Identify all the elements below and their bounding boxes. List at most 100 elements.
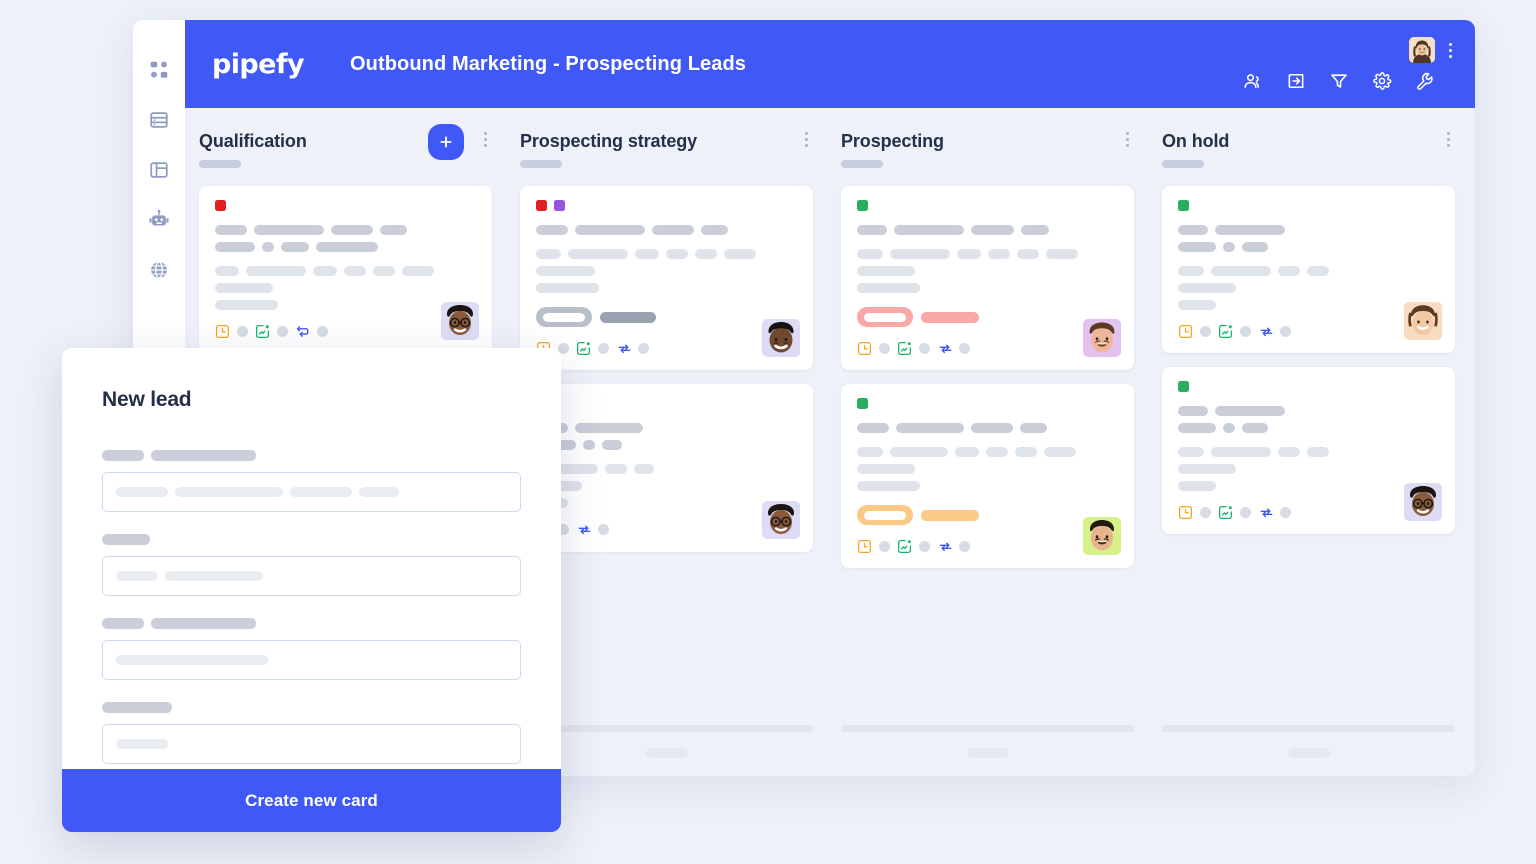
sync-icon[interactable] xyxy=(616,341,631,356)
card-meta-line xyxy=(1178,300,1439,310)
clock-icon[interactable] xyxy=(1178,324,1193,339)
card-meta-line xyxy=(536,249,797,259)
card-meta-line xyxy=(215,283,476,293)
card-meta-line xyxy=(215,266,476,276)
card-labels xyxy=(536,398,797,409)
card-meta-line xyxy=(1178,283,1439,293)
board-menu-button[interactable] xyxy=(1443,40,1457,60)
sidebar-item-public-form[interactable] xyxy=(147,258,171,282)
clock-icon[interactable] xyxy=(857,539,872,554)
column-header: Prospecting xyxy=(841,130,1134,186)
sidebar-item-layout[interactable] xyxy=(147,158,171,182)
create-new-card-button[interactable]: Create new card xyxy=(62,769,561,832)
import-icon[interactable] xyxy=(1286,71,1306,91)
sidebar-item-automations[interactable] xyxy=(147,208,171,232)
column-cards xyxy=(520,186,813,552)
kanban-card[interactable] xyxy=(520,186,813,370)
column-menu-button[interactable] xyxy=(799,128,813,150)
form-field xyxy=(102,534,521,596)
column-title: Qualification xyxy=(199,131,307,151)
card-footer-pill xyxy=(879,541,890,552)
card-label-green xyxy=(857,200,868,211)
card-footer-pill xyxy=(919,541,930,552)
column-cards xyxy=(199,186,492,353)
card-assignee-avatar[interactable] xyxy=(762,501,800,539)
card-footer-pill xyxy=(277,326,288,337)
checklist-icon[interactable] xyxy=(1218,505,1233,520)
column-menu-button[interactable] xyxy=(478,128,492,150)
card-title-line xyxy=(1178,225,1439,235)
app-root: pipefy Outbound Marketing - Prospecting … xyxy=(0,0,1536,864)
new-lead-modal: New lead Create new card xyxy=(62,348,561,832)
kanban-card[interactable] xyxy=(1162,367,1455,534)
lead-email-input[interactable] xyxy=(102,640,521,680)
card-badge-row xyxy=(857,505,1118,525)
column-title: Prospecting xyxy=(841,131,944,151)
sync-icon[interactable] xyxy=(1258,505,1273,520)
card-assignee-avatar[interactable] xyxy=(1083,517,1121,555)
card-badge-row xyxy=(857,307,1118,327)
lead-company-input[interactable] xyxy=(102,556,521,596)
card-label-green xyxy=(1178,200,1189,211)
card-assignee-avatar[interactable] xyxy=(1404,483,1442,521)
checklist-icon[interactable] xyxy=(897,539,912,554)
card-title-line xyxy=(857,225,1118,235)
checklist-icon[interactable] xyxy=(897,341,912,356)
add-card-button[interactable] xyxy=(428,124,464,160)
lead-name-input[interactable] xyxy=(102,472,521,512)
card-footer-pill xyxy=(959,541,970,552)
card-footer-pill xyxy=(959,343,970,354)
card-assignee-avatar[interactable] xyxy=(441,302,479,340)
field-label xyxy=(102,450,521,461)
sync-icon[interactable] xyxy=(937,539,952,554)
kanban-card[interactable] xyxy=(1162,186,1455,353)
connection-icon[interactable] xyxy=(295,324,310,339)
card-label-red xyxy=(536,200,547,211)
kanban-card[interactable] xyxy=(841,186,1134,370)
members-icon[interactable] xyxy=(1243,71,1263,91)
card-meta-line xyxy=(536,464,797,474)
status-badge xyxy=(857,307,913,327)
globe-icon xyxy=(148,259,170,281)
column-header: Prospecting strategy xyxy=(520,130,813,186)
kanban-card[interactable] xyxy=(199,186,492,353)
column-count-placeholder xyxy=(520,160,562,168)
checklist-icon[interactable] xyxy=(576,341,591,356)
sync-icon[interactable] xyxy=(1258,324,1273,339)
avatar[interactable] xyxy=(1409,37,1435,63)
column-cards xyxy=(1162,186,1455,534)
card-meta-line xyxy=(1178,447,1439,457)
filter-icon[interactable] xyxy=(1329,71,1349,91)
column-header: On hold xyxy=(1162,130,1455,186)
kanban-card[interactable] xyxy=(841,384,1134,568)
sidebar-item-database[interactable] xyxy=(147,108,171,132)
card-assignee-avatar[interactable] xyxy=(1083,319,1121,357)
clock-icon[interactable] xyxy=(857,341,872,356)
checklist-icon[interactable] xyxy=(255,324,270,339)
card-footer-pill xyxy=(638,343,649,354)
gear-icon[interactable] xyxy=(1372,71,1392,91)
board-column-prospecting: Prospecting xyxy=(827,108,1148,776)
column-menu-button[interactable] xyxy=(1441,128,1455,150)
column-menu-button[interactable] xyxy=(1120,128,1134,150)
card-footer xyxy=(1178,324,1439,339)
sidebar-item-dashboard[interactable] xyxy=(147,58,171,82)
clock-icon[interactable] xyxy=(215,324,230,339)
column-footer xyxy=(520,725,813,776)
wrench-icon[interactable] xyxy=(1415,71,1435,91)
kanban-card[interactable] xyxy=(520,384,813,552)
status-badge xyxy=(536,307,592,327)
card-assignee-avatar[interactable] xyxy=(1404,302,1442,340)
sync-icon[interactable] xyxy=(576,522,591,537)
layout-icon xyxy=(148,159,170,181)
card-footer xyxy=(215,324,476,339)
status-bar xyxy=(921,311,979,323)
lead-phone-input[interactable] xyxy=(102,724,521,764)
card-footer-pill xyxy=(1240,507,1251,518)
sync-icon[interactable] xyxy=(937,341,952,356)
clock-icon[interactable] xyxy=(1178,505,1193,520)
card-assignee-avatar[interactable] xyxy=(762,319,800,357)
column-cards xyxy=(841,186,1134,568)
column-title-wrap: Qualification xyxy=(199,130,428,168)
checklist-icon[interactable] xyxy=(1218,324,1233,339)
